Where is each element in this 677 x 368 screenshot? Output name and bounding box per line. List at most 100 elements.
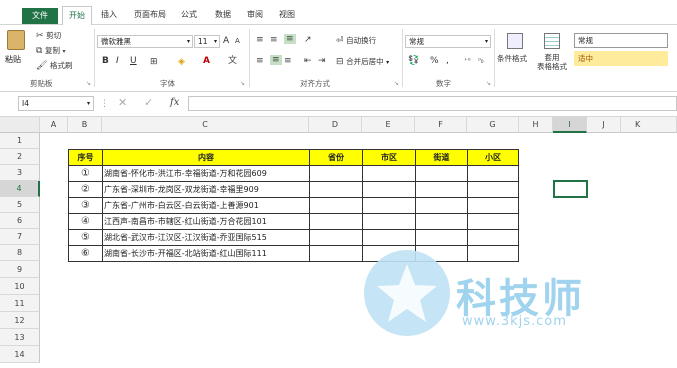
- table-header-cell[interactable]: 省份: [309, 149, 363, 166]
- phonetic-icon[interactable]: 文: [228, 56, 237, 66]
- font-size-select[interactable]: 11 ▾: [194, 35, 220, 48]
- column-header-g[interactable]: G: [467, 117, 519, 133]
- row-header-9[interactable]: 9: [0, 261, 40, 278]
- shrink-font-button[interactable]: A: [235, 37, 240, 45]
- table-header-cell[interactable]: 序号: [68, 149, 103, 166]
- name-box[interactable]: I4 ▾: [18, 96, 94, 111]
- row-header-1[interactable]: 1: [0, 133, 40, 149]
- cell-style-normal[interactable]: 常规: [574, 33, 668, 48]
- paste-button[interactable]: 粘贴: [2, 28, 28, 72]
- content-cell[interactable]: 江西声-南昌市-市辖区-红山街道-万合花园101: [102, 213, 310, 230]
- wrap-text-button[interactable]: ⏎ 自动换行: [336, 35, 376, 46]
- grow-font-button[interactable]: A: [223, 36, 229, 46]
- province-cell[interactable]: [309, 197, 363, 214]
- font-launcher-icon[interactable]: ↘: [240, 80, 245, 87]
- italic-button[interactable]: I: [116, 56, 119, 66]
- column-header-a[interactable]: A: [40, 117, 68, 133]
- content-cell[interactable]: 湖南省-怀化市-洪江市-幸福街道-万和花园609: [102, 165, 310, 182]
- column-header-h[interactable]: H: [519, 117, 553, 133]
- district-cell[interactable]: [362, 197, 416, 214]
- number-format-select[interactable]: 常规 ▾: [405, 35, 491, 48]
- format-as-table-button[interactable]: 套用 表格格式: [534, 31, 570, 79]
- increase-decimal-icon[interactable]: ⁺⁰: [464, 56, 471, 66]
- formula-input[interactable]: [188, 96, 677, 111]
- active-cell-i4[interactable]: [553, 180, 588, 198]
- district-cell[interactable]: [362, 165, 416, 182]
- district-cell[interactable]: [362, 181, 416, 198]
- row-header-4[interactable]: 4: [0, 181, 40, 197]
- content-cell[interactable]: 广东省-深圳市-龙岗区-双龙街道-幸福里909: [102, 181, 310, 198]
- number-launcher-icon[interactable]: ↘: [486, 80, 491, 87]
- tab-page-layout[interactable]: 页面布局: [130, 6, 170, 24]
- content-cell[interactable]: 湖北省-武汉市-江汉区-江汉街道-乔亚国际515: [102, 229, 310, 246]
- community-cell[interactable]: [467, 165, 519, 182]
- font-name-select[interactable]: 微软雅黑 ▾: [97, 35, 193, 48]
- column-header-i[interactable]: I: [553, 117, 587, 133]
- bold-button[interactable]: B: [102, 56, 109, 66]
- column-header-j[interactable]: J: [587, 117, 621, 133]
- decrease-decimal-icon[interactable]: ⁰₀: [478, 56, 484, 66]
- street-cell[interactable]: [415, 181, 468, 198]
- insert-function-icon[interactable]: fx: [170, 98, 179, 108]
- row-header-11[interactable]: 11: [0, 295, 40, 312]
- street-cell[interactable]: [415, 229, 468, 246]
- orientation-icon[interactable]: ↗: [304, 35, 312, 45]
- province-cell[interactable]: [309, 165, 363, 182]
- decrease-indent-icon[interactable]: ⇤: [304, 56, 312, 66]
- table-header-cell[interactable]: 内容: [102, 149, 310, 166]
- row-header-6[interactable]: 6: [0, 213, 40, 229]
- merge-center-button[interactable]: ⊟ 合并后居中 ▾: [336, 56, 389, 67]
- column-header-d[interactable]: D: [309, 117, 362, 133]
- tab-insert[interactable]: 插入: [98, 6, 120, 24]
- row-header-10[interactable]: 10: [0, 278, 40, 295]
- tab-view[interactable]: 视图: [276, 6, 298, 24]
- align-bottom-icon[interactable]: ≡: [284, 34, 296, 44]
- column-header-f[interactable]: F: [415, 117, 467, 133]
- community-cell[interactable]: [467, 245, 519, 262]
- community-cell[interactable]: [467, 213, 519, 230]
- row-number-cell[interactable]: ③: [68, 197, 103, 214]
- province-cell[interactable]: [309, 245, 363, 262]
- align-left-icon[interactable]: ≡: [256, 56, 264, 66]
- conditional-format-button[interactable]: 条件格式: [497, 31, 531, 71]
- row-number-cell[interactable]: ④: [68, 213, 103, 230]
- increase-indent-icon[interactable]: ⇥: [318, 56, 326, 66]
- content-cell[interactable]: 广东省-广州市-白云区-白云街道-上善源901: [102, 197, 310, 214]
- format-painter-button[interactable]: 🖌 格式刷: [36, 60, 72, 71]
- fill-color-icon[interactable]: ◈: [178, 57, 185, 67]
- district-cell[interactable]: [362, 229, 416, 246]
- align-right-icon[interactable]: ≡: [284, 56, 292, 66]
- currency-icon[interactable]: 💱: [408, 56, 419, 66]
- select-all-corner[interactable]: [0, 117, 40, 133]
- community-cell[interactable]: [467, 181, 519, 198]
- row-number-cell[interactable]: ⑤: [68, 229, 103, 246]
- province-cell[interactable]: [309, 229, 363, 246]
- tab-home[interactable]: 开始: [62, 6, 92, 26]
- column-header-k[interactable]: K: [621, 117, 677, 133]
- row-header-2[interactable]: 2: [0, 149, 40, 165]
- percent-button[interactable]: %: [430, 56, 439, 66]
- content-cell[interactable]: 湖南省-长沙市-开福区-北站街道-红山国际111: [102, 245, 310, 262]
- row-number-cell[interactable]: ②: [68, 181, 103, 198]
- row-header-14[interactable]: 14: [0, 346, 40, 363]
- clipboard-launcher-icon[interactable]: ↘: [86, 80, 91, 87]
- cut-button[interactable]: ✂ 剪切: [36, 30, 61, 41]
- cancel-icon[interactable]: ✕: [118, 97, 127, 108]
- row-header-13[interactable]: 13: [0, 329, 40, 346]
- align-center-icon[interactable]: ≡: [270, 55, 282, 65]
- alignment-launcher-icon[interactable]: ↘: [394, 80, 399, 87]
- community-cell[interactable]: [467, 229, 519, 246]
- row-header-5[interactable]: 5: [0, 197, 40, 213]
- align-top-icon[interactable]: ≡: [256, 35, 264, 45]
- chevron-down-icon[interactable]: ▾: [63, 48, 66, 55]
- row-header-7[interactable]: 7: [0, 229, 40, 245]
- copy-button[interactable]: ⧉ 复制 ▾: [36, 45, 66, 57]
- font-color-icon[interactable]: A: [203, 56, 210, 66]
- underline-button[interactable]: U: [130, 56, 137, 66]
- row-header-8[interactable]: 8: [0, 245, 40, 261]
- street-cell[interactable]: [415, 165, 468, 182]
- column-header-e[interactable]: E: [362, 117, 415, 133]
- comma-button[interactable]: ,: [446, 56, 449, 66]
- table-header-cell[interactable]: 市区: [362, 149, 416, 166]
- row-header-3[interactable]: 3: [0, 165, 40, 181]
